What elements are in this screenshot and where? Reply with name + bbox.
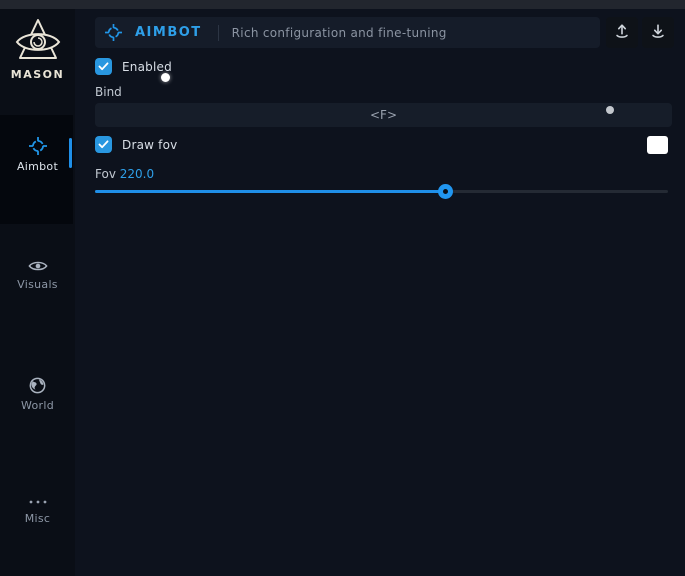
fov-slider[interactable]	[95, 183, 668, 199]
section-subtitle: Rich configuration and fine-tuning	[232, 26, 447, 40]
section-header: AIMBOT Rich configuration and fine-tunin…	[95, 17, 600, 48]
fov-label: Fov	[95, 167, 116, 181]
draw-fov-checkbox[interactable]	[95, 136, 112, 153]
all-seeing-eye-pyramid-icon	[0, 17, 75, 65]
input-indicator-dot	[606, 106, 614, 114]
enabled-label: Enabled	[122, 60, 172, 74]
main-panel: AIMBOT Rich configuration and fine-tunin…	[75, 9, 685, 576]
fov-value: 220.0	[120, 167, 154, 181]
download-config-button[interactable]	[642, 17, 674, 48]
sidebar-item-label: Visuals	[0, 278, 75, 291]
ellipsis-icon	[0, 497, 75, 507]
sidebar-item-label: World	[0, 399, 75, 412]
eye-icon	[0, 259, 75, 273]
header-separator	[218, 25, 219, 41]
checkmark-icon	[98, 140, 109, 149]
app-logo: MASON	[0, 17, 75, 81]
window-top-strip	[0, 0, 685, 9]
sidebar-item-label: Aimbot	[0, 160, 75, 173]
globe-icon	[0, 377, 75, 394]
fov-slider-handle[interactable]	[438, 184, 453, 199]
bind-keybind-input[interactable]: <F>	[95, 103, 672, 127]
fov-slider-fill	[95, 190, 445, 193]
bind-label: Bind	[95, 85, 122, 99]
enabled-checkbox[interactable]	[95, 58, 112, 75]
download-icon	[649, 22, 667, 44]
crosshair-icon	[105, 24, 122, 41]
section-title: AIMBOT	[135, 25, 202, 40]
upload-icon	[613, 22, 631, 44]
mouse-cursor-dot	[161, 73, 170, 82]
sidebar-item-world[interactable]: World	[0, 377, 75, 412]
sidebar-item-aimbot[interactable]: Aimbot	[0, 137, 75, 173]
sidebar-item-label: Misc	[0, 512, 75, 525]
logo-title: MASON	[0, 68, 75, 81]
sidebar-item-misc[interactable]: Misc	[0, 497, 75, 525]
fov-color-swatch[interactable]	[647, 136, 668, 154]
draw-fov-label: Draw fov	[122, 138, 177, 152]
fov-label-row: Fov 220.0	[95, 167, 154, 181]
sidebar: MASON Aimbot V	[0, 9, 75, 576]
sidebar-item-visuals[interactable]: Visuals	[0, 259, 75, 291]
bind-value: <F>	[370, 108, 397, 122]
app-window: MASON Aimbot V	[0, 0, 685, 576]
checkmark-icon	[98, 62, 109, 71]
crosshair-icon	[0, 137, 75, 155]
upload-config-button[interactable]	[606, 17, 638, 48]
